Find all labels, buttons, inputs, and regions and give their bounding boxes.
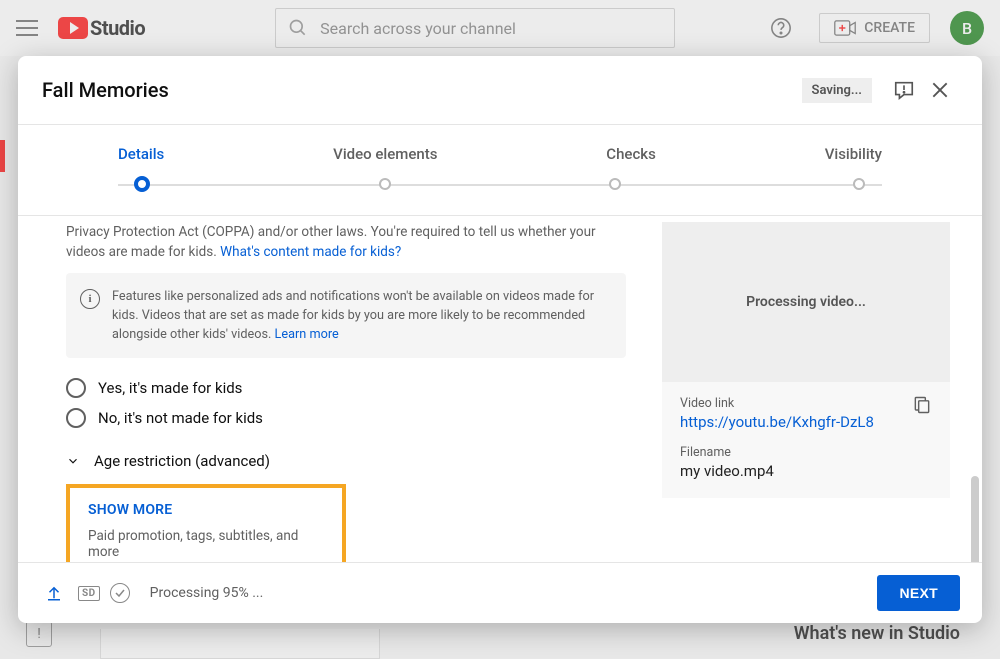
video-link[interactable]: https://youtu.be/Kxhgfr-DzL8: [680, 413, 932, 431]
step-dot-video-elements[interactable]: [379, 178, 391, 190]
stepper: Details Video elements Checks Visibility: [18, 125, 982, 216]
upload-icon: [40, 579, 68, 607]
check-circle-icon: [110, 583, 130, 603]
step-dot-details[interactable]: [134, 176, 150, 192]
modal-footer: SD Processing 95% ... NEXT: [18, 562, 982, 623]
sd-badge: SD: [78, 586, 100, 601]
kids-feature-infobox: i Features like personalized ads and not…: [66, 273, 626, 358]
coppa-help-link[interactable]: What's content made for kids?: [220, 244, 401, 260]
radio-icon: [66, 378, 86, 398]
saving-badge: Saving...: [802, 78, 872, 103]
preview-panel: Processing video... Video link https://y…: [662, 216, 982, 562]
video-info-panel: Video link https://youtu.be/Kxhgfr-DzL8 …: [662, 382, 950, 498]
step-dot-visibility[interactable]: [853, 178, 865, 190]
upload-details-modal: Fall Memories Saving... Details Video el…: [18, 56, 982, 623]
radio-made-for-kids-no[interactable]: No, it's not made for kids: [66, 408, 626, 428]
chevron-down-icon: [66, 454, 80, 468]
step-dot-checks[interactable]: [609, 178, 621, 190]
radio-icon: [66, 408, 86, 428]
step-visibility[interactable]: Visibility: [825, 145, 882, 163]
radio-made-for-kids-yes[interactable]: Yes, it's made for kids: [66, 378, 626, 398]
feedback-icon[interactable]: [886, 72, 922, 108]
feature-box-text: Features like personalized ads and notif…: [112, 287, 612, 344]
close-icon[interactable]: [922, 72, 958, 108]
coppa-description: Privacy Protection Act (COPPA) and/or ot…: [66, 222, 626, 263]
step-details[interactable]: Details: [118, 145, 164, 163]
filename-label: Filename: [680, 445, 932, 460]
copy-icon[interactable]: [912, 396, 932, 420]
processing-status: Processing 95% ...: [150, 585, 264, 601]
scrollbar[interactable]: [971, 476, 979, 562]
modal-header: Fall Memories Saving...: [18, 56, 982, 125]
show-more-description: Paid promotion, tags, subtitles, and mor…: [88, 528, 324, 560]
details-form: Privacy Protection Act (COPPA) and/or ot…: [18, 216, 662, 562]
show-more-button[interactable]: SHOW MORE: [88, 502, 324, 518]
video-link-label: Video link: [680, 396, 932, 411]
video-preview: Processing video...: [662, 222, 950, 382]
learn-more-link[interactable]: Learn more: [275, 327, 339, 342]
next-button[interactable]: NEXT: [877, 575, 960, 611]
step-video-elements[interactable]: Video elements: [333, 145, 437, 163]
modal-title: Fall Memories: [42, 78, 802, 102]
info-icon: i: [80, 289, 100, 309]
age-restriction-toggle[interactable]: Age restriction (advanced): [66, 452, 626, 470]
filename-value: my video.mp4: [680, 462, 932, 480]
modal-body: Privacy Protection Act (COPPA) and/or ot…: [18, 216, 982, 562]
show-more-highlight: SHOW MORE Paid promotion, tags, subtitle…: [66, 484, 346, 562]
step-checks[interactable]: Checks: [606, 145, 656, 163]
